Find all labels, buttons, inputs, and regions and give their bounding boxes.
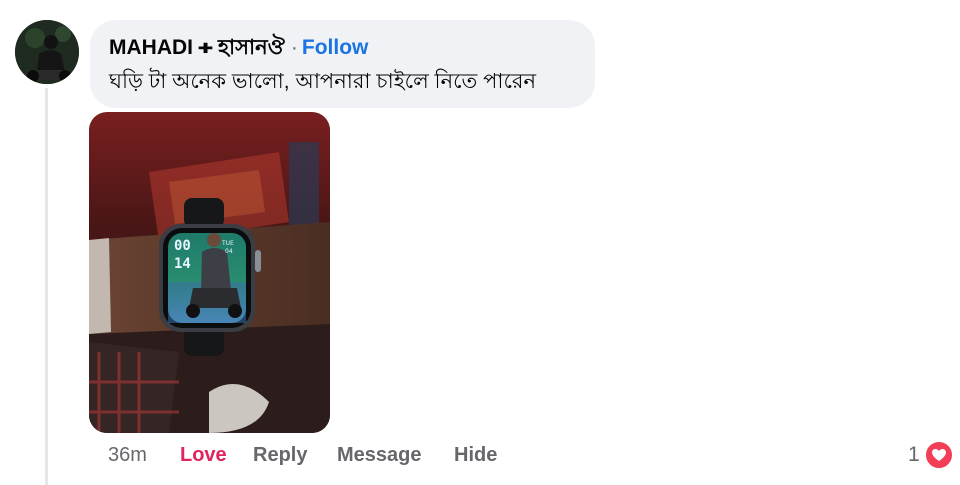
separator-dot: ·	[290, 36, 298, 59]
timestamp[interactable]: 36m	[108, 440, 147, 470]
heart-icon	[923, 440, 954, 470]
author-name[interactable]: MAHADI ᚐ হাসানঔ	[109, 36, 285, 59]
avatar-photo	[15, 20, 79, 84]
watch-day: TUE	[221, 240, 234, 247]
love-button[interactable]: Love	[180, 440, 227, 470]
watch-hours: 00	[174, 238, 191, 254]
thread-line	[45, 88, 48, 485]
watch-photo-image: 00 14 TUE 04	[89, 112, 330, 433]
comment-text: ঘড়ি টা অনেক ভালো, আপনারা চাইলে নিতে পার…	[109, 70, 536, 93]
comment-header: MAHADI ᚐ হাসানঔ · Follow	[109, 35, 368, 61]
watch-date: 04	[225, 248, 233, 255]
reaction-count: 1	[908, 443, 920, 466]
watch-minutes: 14	[174, 256, 191, 272]
reaction-summary[interactable]: 1	[908, 440, 954, 470]
attached-photo[interactable]: 00 14 TUE 04	[89, 112, 330, 433]
hide-button[interactable]: Hide	[454, 440, 497, 470]
message-button[interactable]: Message	[337, 440, 422, 470]
follow-button[interactable]: Follow	[302, 36, 369, 59]
avatar[interactable]	[15, 20, 79, 84]
comment-bubble: MAHADI ᚐ হাসানঔ · Follow ঘড়ি টা অনেক ভালো…	[90, 20, 595, 108]
reply-button[interactable]: Reply	[253, 440, 307, 470]
